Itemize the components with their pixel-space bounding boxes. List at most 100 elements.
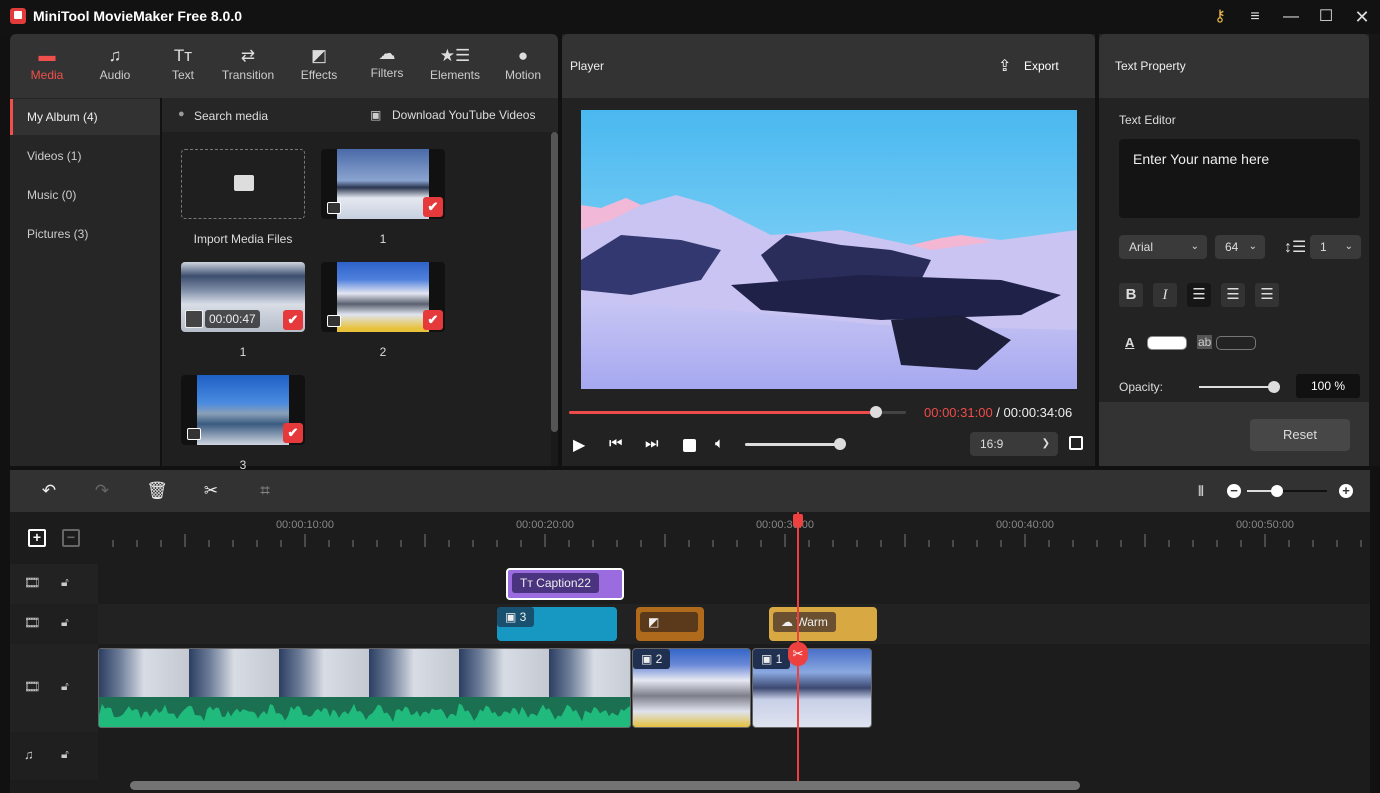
playback-progress-handle[interactable] [869,406,882,418]
timeline-ruler[interactable]: 00:00:10:00 00:00:20:00 00:00:30:00 00:00:4… [98,512,1370,552]
export-button[interactable]: ⇪ Export [998,54,1068,78]
crop-button[interactable]: ⌗ [254,480,276,502]
timeline-zoom-slider[interactable] [1247,485,1327,497]
fit-timeline-button[interactable]: ⦀ [1190,480,1212,502]
timeline-scrollbar[interactable] [130,781,1080,790]
minimize-icon[interactable]: — [1279,6,1303,28]
split-button[interactable]: ✂ [200,480,222,502]
opacity-input[interactable]: 100 % [1296,374,1360,398]
text-color-swatch[interactable] [1147,336,1187,350]
check-icon[interactable]: ✔ [283,310,303,330]
tab-elements[interactable]: ★☰ Elements [420,44,490,82]
font-family-select[interactable]: Arial ⌄ [1119,235,1207,259]
font-family-value: Arial [1129,240,1154,254]
unlock-icon[interactable]: 🔓︎ [61,615,69,630]
close-icon[interactable]: ✕ [1350,6,1374,28]
align-left-button[interactable]: ☰ [1187,283,1211,307]
media-item[interactable]: ✔ [321,149,445,219]
text-editor-input[interactable]: Enter Your name here [1119,139,1360,218]
media-item[interactable]: 00:00:47 ✔ [181,262,305,332]
sidebar-item-my-album[interactable]: My Album (4) [10,99,160,135]
playhead-handle[interactable] [793,514,803,528]
bold-button[interactable]: B [1119,283,1143,307]
aspect-ratio-select[interactable]: 16:9 ❯ [970,432,1058,456]
sidebar-item-pictures[interactable]: Pictures (3) [10,216,160,252]
background-color-swatch[interactable] [1216,336,1256,350]
export-label: Export [1024,59,1059,73]
play-button[interactable]: ▶ [573,435,585,455]
title-bar: MiniTool MovieMaker Free 8.0.0 ⚷ ≡ — ☐ ✕ [0,0,1380,34]
video-clip[interactable] [98,648,631,728]
unlock-icon[interactable]: 🔓︎ [61,747,69,762]
stop-button[interactable] [683,439,696,452]
tab-filters[interactable]: ☁ Filters [352,42,422,80]
fullscreen-icon[interactable] [1069,436,1083,450]
volume-handle[interactable] [834,438,846,450]
video-preview[interactable] [581,110,1077,389]
delete-button[interactable]: 🗑︎ [146,480,168,502]
next-frame-button[interactable]: ⏭ [645,435,659,452]
search-input[interactable]: Search media [194,109,268,123]
opacity-slider[interactable] [1199,381,1280,393]
video-type-icon [185,310,203,328]
redo-button[interactable]: ↷ [91,480,113,502]
effects-icon: ◩ [310,46,328,65]
opacity-handle[interactable] [1268,381,1280,393]
maximize-icon[interactable]: ☐ [1314,6,1338,28]
reset-button[interactable]: Reset [1250,419,1350,451]
check-icon[interactable]: ✔ [423,197,443,217]
volume-fill [745,443,840,446]
check-icon[interactable]: ✔ [283,423,303,443]
font-size-value: 64 [1225,240,1239,254]
sidebar-item-videos[interactable]: Videos (1) [10,138,160,174]
download-youtube-button[interactable]: Download YouTube Videos [392,108,535,122]
sidebar-item-music[interactable]: Music (0) [10,177,160,213]
zoom-out-button[interactable]: − [1227,484,1241,498]
import-media-button[interactable] [181,149,305,219]
menu-icon[interactable]: ≡ [1243,6,1267,28]
unlock-icon[interactable]: 🔓︎ [61,575,69,590]
check-icon[interactable]: ✔ [423,310,443,330]
text-icon: Tт [520,576,537,590]
tab-transition[interactable]: ⇄ Transition [213,44,283,82]
image-clip-1[interactable]: ▣ 1 [752,648,872,728]
add-track-button[interactable]: + [28,529,46,547]
volume-slider[interactable] [745,438,846,450]
tab-label: Audio [99,68,131,82]
media-scrollbar[interactable] [551,132,558,432]
undo-button[interactable]: ↶ [38,480,60,502]
key-icon[interactable]: ⚷ [1208,6,1232,28]
font-size-select[interactable]: 64 ⌄ [1215,235,1265,259]
volume-icon[interactable]: 🔈︎ [715,435,724,452]
transition-clip[interactable]: ◩ Black [636,607,704,641]
playback-progress-track[interactable] [569,406,906,418]
filter-clip-label: ☁ Warm [773,612,836,632]
media-item[interactable]: ✔ [181,375,305,445]
clip-name: 3 [519,610,527,624]
tab-motion[interactable]: ● Motion [488,44,558,82]
align-right-button[interactable]: ☰ [1255,283,1279,307]
image-clip-label: ▣ 2 [633,649,671,669]
media-item[interactable]: ✔ [321,262,445,332]
italic-button[interactable]: I [1153,283,1177,307]
zoom-in-button[interactable]: + [1339,484,1353,498]
tab-media[interactable]: ▬ Media [12,44,82,82]
app-title: MiniTool MovieMaker Free 8.0.0 [33,8,243,24]
remove-track-button[interactable]: − [62,529,80,547]
previous-frame-button[interactable]: ⏮ [609,435,623,452]
align-center-button[interactable]: ☰ [1221,283,1245,307]
split-at-playhead-icon[interactable]: ✂ [788,642,808,666]
caption-clip[interactable]: Tт Caption22 [506,568,624,600]
tab-label: Media [30,68,64,82]
filter-clip[interactable]: ☁ Warm [769,607,877,641]
timeline-zoom-handle[interactable] [1271,485,1284,497]
filter-icon: ☁ [781,615,797,629]
image-clip-3[interactable]: ▣ 3 [497,607,617,641]
ruler-label: 00:00:20:00 [516,519,574,531]
image-clip-2[interactable]: ▣ 2 [632,648,751,728]
tab-text[interactable]: Tт Text [148,44,218,82]
tab-effects[interactable]: ◩ Effects [284,44,354,82]
line-spacing-select[interactable]: 1 ⌄ [1310,235,1361,259]
unlock-icon[interactable]: 🔓︎ [61,679,69,694]
tab-audio[interactable]: ♫ Audio [80,44,150,82]
